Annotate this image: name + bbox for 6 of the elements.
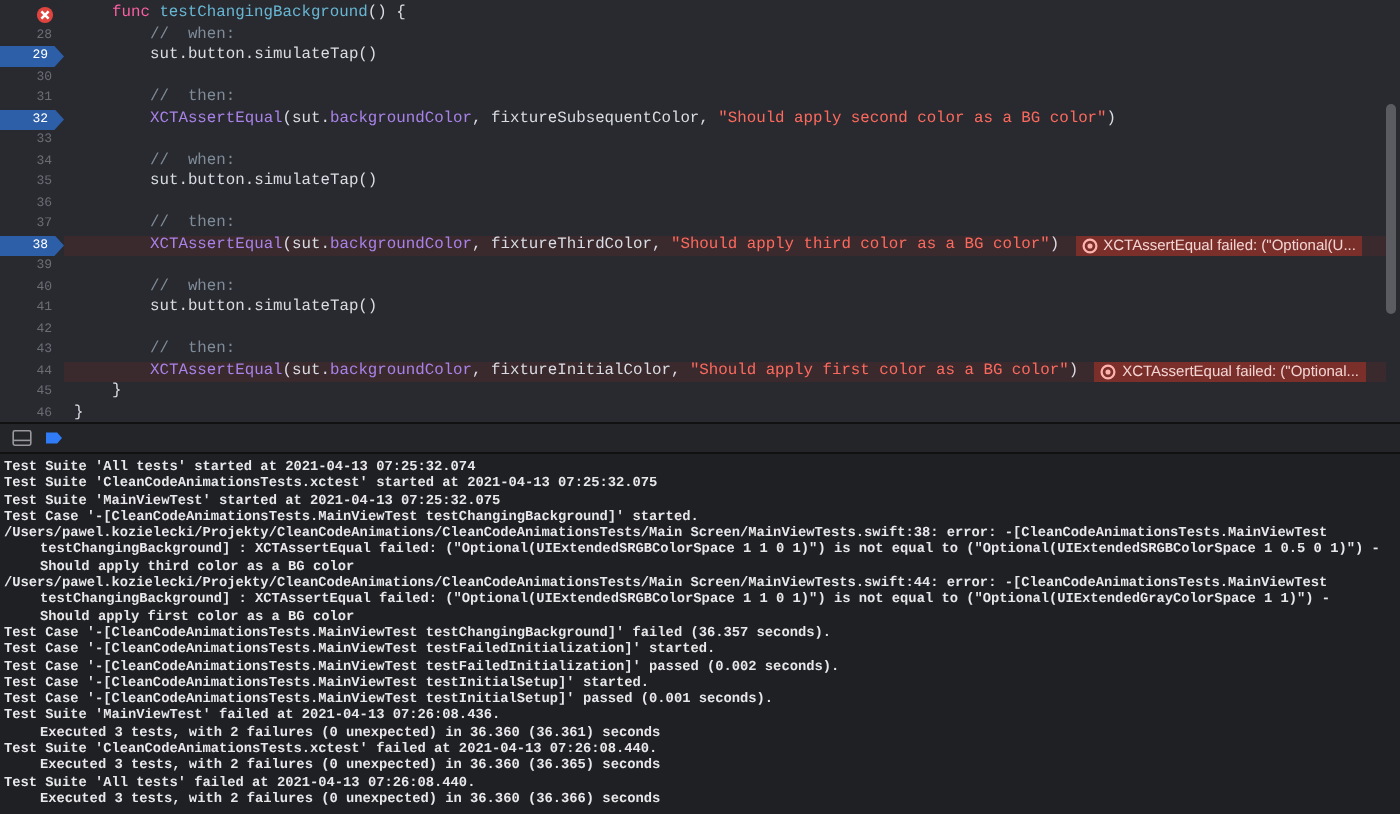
- breakpoint-icon[interactable]: [44, 430, 64, 446]
- error-icon: [1100, 363, 1117, 380]
- panel-icon[interactable]: [12, 430, 32, 446]
- scroll-bar[interactable]: [1386, 104, 1396, 314]
- error-icon: [1081, 237, 1098, 254]
- error-icon[interactable]: [36, 6, 54, 24]
